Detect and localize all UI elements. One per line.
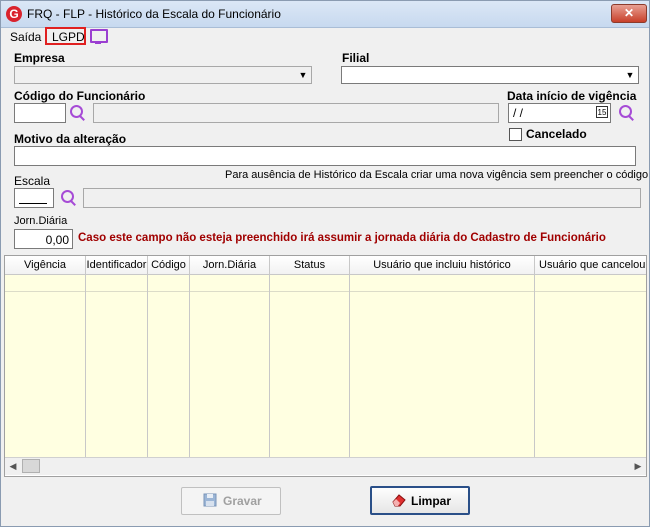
motivo-label: Motivo da alteração (14, 132, 127, 146)
col-divider (189, 275, 190, 457)
empresa-label: Empresa (14, 51, 65, 65)
col-divider (269, 275, 270, 457)
escala-descricao-field (83, 188, 641, 208)
cancelado-checkbox[interactable] (509, 128, 522, 141)
title-bar: G FRQ - FLP - Histórico da Escala do Fun… (1, 1, 649, 28)
escala-input-mask (19, 203, 47, 204)
col-usuario-incluiu[interactable]: Usuário que incluiu histórico (350, 256, 535, 274)
limpar-label: Limpar (411, 494, 452, 508)
chevron-down-icon[interactable]: ▼ (296, 68, 310, 82)
data-label: Data início de vigência (507, 89, 637, 103)
menu-lgpd[interactable]: LGPD (52, 30, 85, 44)
save-icon (203, 493, 217, 507)
filial-label: Filial (342, 51, 370, 65)
grid-body[interactable] (5, 275, 646, 457)
grid-row-divider (5, 291, 646, 292)
col-usuario-cancelou[interactable]: Usuário que cancelou h (535, 256, 646, 274)
jorn-warning: Caso este campo não esteja preenchido ir… (78, 232, 606, 244)
empresa-select[interactable]: ▼ (14, 66, 312, 84)
escala-label: Escala (14, 174, 51, 188)
col-jorn-diaria[interactable]: Jorn.Diária (190, 256, 270, 274)
app-logo-icon: G (6, 6, 22, 22)
search-icon[interactable] (619, 105, 635, 121)
codigo-label: Código do Funcionário (14, 89, 146, 103)
scroll-thumb[interactable] (22, 459, 40, 473)
col-divider (85, 275, 86, 457)
col-status[interactable]: Status (270, 256, 350, 274)
menu-saida[interactable]: Saída (10, 30, 41, 44)
scroll-right-icon[interactable]: ▶ (630, 458, 646, 474)
col-divider (534, 275, 535, 457)
scroll-left-icon[interactable]: ◀ (5, 458, 21, 474)
window-title: FRQ - FLP - Histórico da Escala do Funci… (27, 7, 281, 21)
limpar-button[interactable]: Limpar (370, 486, 470, 515)
jorn-value: 0,00 (45, 233, 69, 247)
search-icon[interactable] (61, 190, 77, 206)
col-divider (147, 275, 148, 457)
jorn-input[interactable]: 0,00 (14, 229, 73, 249)
data-input[interactable]: / / 15 (508, 103, 611, 123)
cancelado-label: Cancelado (526, 127, 587, 141)
monitor-icon[interactable] (90, 29, 108, 44)
data-value: / / (513, 106, 524, 120)
close-button[interactable]: ✕ (611, 4, 647, 23)
gravar-button[interactable]: Gravar (181, 487, 281, 515)
col-divider (349, 275, 350, 457)
search-icon[interactable] (70, 105, 86, 121)
col-vigencia[interactable]: Vigência (5, 256, 86, 274)
codigo-input[interactable] (14, 103, 66, 123)
historico-grid[interactable]: Vigência Identificador Código Jorn.Diári… (4, 255, 647, 477)
motivo-input[interactable] (14, 146, 636, 166)
chevron-down-icon[interactable]: ▼ (623, 68, 637, 82)
escala-hint: Para ausência de Histórico da Escala cri… (225, 169, 649, 181)
grid-header: Vigência Identificador Código Jorn.Diári… (5, 256, 646, 275)
horizontal-scrollbar[interactable]: ◀ ▶ (5, 457, 646, 475)
eraser-icon (392, 494, 406, 507)
jorn-label: Jorn.Diária (14, 215, 68, 227)
filial-select[interactable]: ▼ (341, 66, 639, 84)
menu-bar: Saída LGPD (1, 27, 649, 47)
escala-input[interactable] (14, 188, 54, 208)
gravar-label: Gravar (223, 494, 262, 508)
col-codigo[interactable]: Código (148, 256, 190, 274)
main-window: G FRQ - FLP - Histórico da Escala do Fun… (0, 0, 650, 527)
calendar-icon[interactable]: 15 (596, 106, 608, 118)
funcionario-nome-field (93, 103, 499, 123)
col-identificador[interactable]: Identificador (86, 256, 148, 274)
